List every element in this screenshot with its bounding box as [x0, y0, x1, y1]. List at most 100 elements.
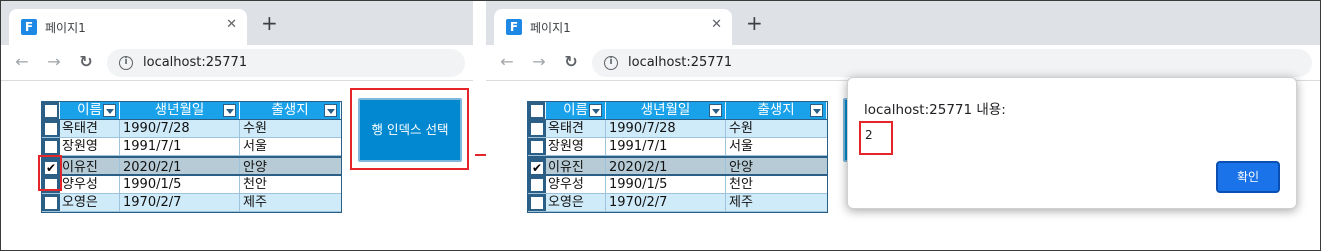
birthdate-cell: 1991/7/1 [120, 138, 240, 155]
row-select-cell [42, 194, 60, 211]
filter-dropdown-icon[interactable] [223, 104, 236, 117]
table-row[interactable]: 양우성 1990/1/5 천안 [528, 176, 827, 194]
row-select-cell [528, 194, 546, 211]
browser-toolbar: ← → ↻ i localhost:25771 [1, 45, 473, 81]
row-select-cell [42, 138, 60, 155]
info-icon[interactable]: i [604, 56, 618, 70]
column-header[interactable]: 이름 [546, 102, 606, 119]
column-header-label: 출생지 [757, 102, 795, 118]
name-cell: 오영은 [546, 194, 606, 211]
filter-dropdown-icon[interactable] [709, 104, 722, 117]
row-checkbox[interactable] [530, 178, 544, 192]
grid-header-row: 이름 생년월일 출생지 [42, 102, 341, 120]
row-checkbox[interactable]: ✔ [530, 161, 544, 174]
row-checkbox[interactable] [44, 140, 58, 154]
column-header-label: 이름 [563, 102, 588, 118]
table-row[interactable]: ✔ 이유진 2020/2/1 안양 [42, 156, 341, 176]
browser-tab[interactable]: F 페이지1 ✕ [494, 9, 732, 45]
forward-arrow-icon[interactable]: → [43, 51, 65, 73]
name-cell: 옥태견 [546, 120, 606, 137]
table-row[interactable]: 양우성 1990/1/5 천안 [42, 176, 341, 194]
filter-dropdown-icon[interactable] [324, 104, 337, 117]
highlight-checkbox-box [38, 155, 62, 191]
back-arrow-icon[interactable]: ← [11, 51, 33, 73]
column-header[interactable]: 생년월일 [120, 102, 240, 119]
data-grid: 이름 생년월일 출생지 옥태견 1990/7/28 수원 장원영 1991/7/1 서울 ✔ 이유진… [41, 101, 342, 213]
row-checkbox[interactable] [530, 122, 544, 136]
birthdate-cell: 1991/7/1 [606, 138, 726, 155]
birthplace-cell: 안양 [243, 160, 267, 174]
header-select-all-cell [42, 102, 60, 119]
name-cell: 장원영 [60, 138, 120, 155]
filter-dropdown-icon[interactable] [103, 104, 116, 117]
browser-window-before: F 페이지1 ✕ + ← → ↻ i localhost:25771 이름 생년월… [1, 1, 473, 250]
birthdate-cell: 1970/2/7 [606, 194, 726, 211]
row-select-cell: ✔ [528, 158, 546, 174]
column-header[interactable]: 이름 [60, 102, 120, 119]
filter-dropdown-icon[interactable] [589, 104, 602, 117]
table-row[interactable]: 장원영 1991/7/1 서울 [528, 138, 827, 156]
birthdate-cell: 1990/7/28 [120, 120, 240, 137]
birthplace-cell: 수원 [243, 121, 267, 136]
birthdate-cell: 1990/7/28 [606, 120, 726, 137]
column-header-label: 생년월일 [154, 102, 205, 118]
birthdate-cell: 1970/2/7 [120, 194, 240, 211]
ok-button[interactable]: 확인 [1216, 161, 1280, 193]
close-icon[interactable]: ✕ [711, 17, 722, 32]
browser-window-after: F 페이지1 ✕ + ← → ↻ i localhost:25771 이름 생년월… [486, 1, 1320, 250]
select-all-checkbox[interactable] [44, 104, 58, 118]
tab-strip: F 페이지1 ✕ + [1, 1, 473, 45]
address-bar[interactable]: i localhost:25771 [592, 49, 1312, 77]
select-all-checkbox[interactable] [530, 104, 544, 118]
column-header-label: 이름 [77, 102, 102, 118]
birthplace-cell: 제주 [729, 195, 753, 210]
birthdate-cell: 2020/2/1 [120, 158, 240, 174]
new-tab-button[interactable]: + [261, 13, 278, 33]
new-tab-button[interactable]: + [746, 13, 763, 33]
birthdate-cell: 2020/2/1 [606, 158, 726, 174]
row-checkbox[interactable] [44, 122, 58, 136]
url-text: localhost:25771 [628, 55, 733, 70]
close-icon[interactable]: ✕ [226, 17, 237, 32]
birthplace-cell: 제주 [243, 195, 267, 210]
info-icon[interactable]: i [119, 56, 133, 70]
table-row[interactable]: ✔ 이유진 2020/2/1 안양 [528, 156, 827, 176]
browser-toolbar: ← → ↻ i localhost:25771 [486, 45, 1320, 81]
filter-dropdown-icon[interactable] [810, 104, 823, 117]
birthplace-cell: 천안 [243, 177, 267, 192]
row-checkbox[interactable] [530, 196, 544, 210]
table-row[interactable]: 오영은 1970/2/7 제주 [528, 194, 827, 212]
row-checkbox[interactable] [44, 196, 58, 210]
birthplace-cell: 수원 [729, 121, 753, 136]
dialog-message: 2 [865, 128, 873, 142]
name-cell: 양우성 [60, 176, 120, 193]
highlight-button-box [350, 88, 469, 170]
tab-title: 페이지1 [530, 21, 571, 35]
reload-icon[interactable]: ↻ [75, 51, 97, 73]
row-checkbox[interactable] [530, 140, 544, 154]
reload-icon[interactable]: ↻ [560, 51, 582, 73]
tab-title: 페이지1 [45, 21, 86, 35]
column-header-label: 출생지 [271, 102, 309, 118]
birthplace-cell: 서울 [729, 139, 753, 154]
column-header[interactable]: 출생지 [240, 102, 341, 119]
birthplace-cell: 천안 [729, 177, 753, 192]
tab-strip: F 페이지1 ✕ + [486, 1, 1320, 45]
table-row[interactable]: 장원영 1991/7/1 서울 [42, 138, 341, 156]
birthplace-cell: 안양 [729, 160, 753, 174]
name-cell: 이유진 [546, 158, 606, 174]
table-row[interactable]: 오영은 1970/2/7 제주 [42, 194, 341, 212]
address-bar[interactable]: i localhost:25771 [107, 49, 465, 77]
birthplace-cell: 서울 [243, 139, 267, 154]
table-row[interactable]: 옥태견 1990/7/28 수원 [42, 120, 341, 138]
data-grid: 이름 생년월일 출생지 옥태견 1990/7/28 수원 장원영 1991/7/1 서울 ✔ 이유진… [527, 101, 828, 213]
back-arrow-icon[interactable]: ← [496, 51, 518, 73]
forward-arrow-icon[interactable]: → [528, 51, 550, 73]
browser-tab[interactable]: F 페이지1 ✕ [9, 9, 247, 45]
table-row[interactable]: 옥태견 1990/7/28 수원 [528, 120, 827, 138]
birthdate-cell: 1990/1/5 [606, 176, 726, 193]
row-select-cell [42, 120, 60, 137]
column-header[interactable]: 생년월일 [606, 102, 726, 119]
header-select-all-cell [528, 102, 546, 119]
column-header[interactable]: 출생지 [726, 102, 827, 119]
